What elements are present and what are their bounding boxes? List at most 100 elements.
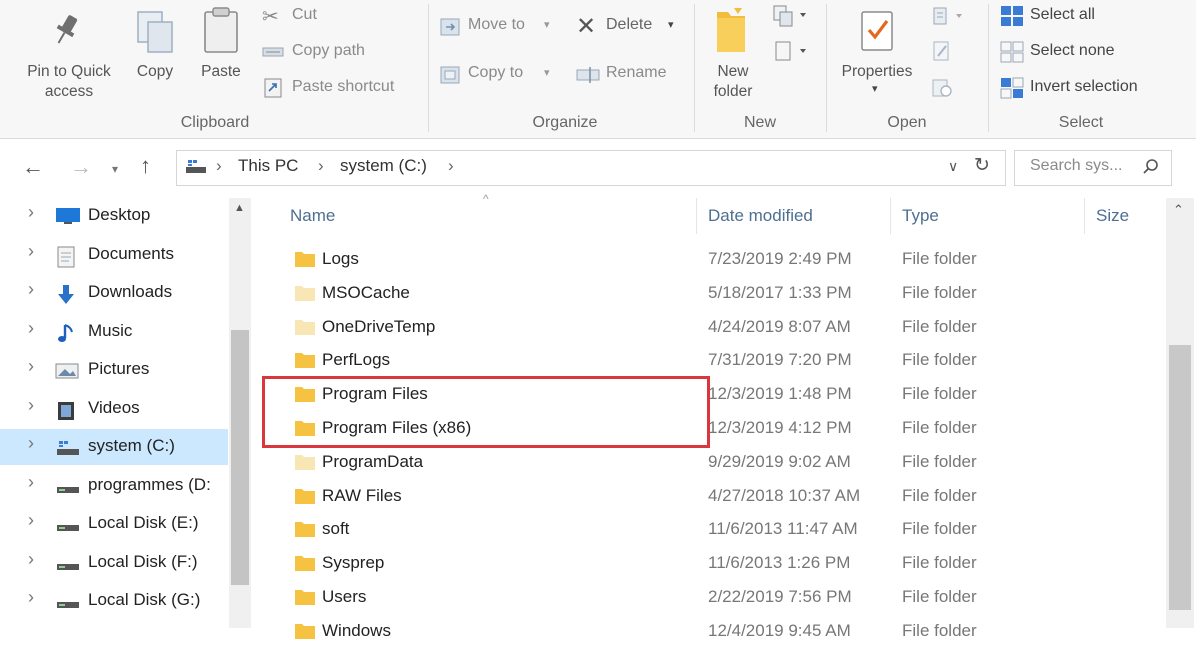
videos-icon xyxy=(55,400,77,427)
pin-icon xyxy=(56,15,78,44)
nav-pane-scroll-thumb[interactable] xyxy=(231,330,249,585)
up-arrow-icon[interactable]: ↑ xyxy=(140,155,151,177)
copy-path-button[interactable]: Copy path xyxy=(260,40,420,66)
column-header-date-modified[interactable]: Date modified xyxy=(708,206,813,226)
file-date-modified: 11/6/2013 11:47 AM xyxy=(708,519,858,539)
delete-button[interactable]: ✕ Delete ▾ xyxy=(576,13,686,42)
move-to-button[interactable]: Move to ▾ xyxy=(440,14,558,42)
open-button[interactable] xyxy=(930,6,970,32)
expand-chevron-icon[interactable]: › xyxy=(28,241,34,262)
nav-item[interactable]: › programmes (D: xyxy=(0,468,228,504)
select-all-button[interactable]: Select all xyxy=(998,4,1168,30)
invert-selection-label: Invert selection xyxy=(1030,78,1138,95)
nav-item[interactable]: › Local Disk (E:) xyxy=(0,506,228,542)
expand-chevron-icon[interactable]: › xyxy=(28,202,34,223)
file-row[interactable]: RAW Files 4/27/2018 10:37 AM File folder xyxy=(262,480,1162,514)
expand-chevron-icon[interactable]: › xyxy=(28,510,34,531)
nav-item[interactable]: › system (C:) xyxy=(0,429,228,465)
file-date-modified: 11/6/2013 1:26 PM xyxy=(708,553,851,573)
move-to-dropdown-icon: ▾ xyxy=(544,19,550,31)
copy-button[interactable]: Copy xyxy=(130,2,180,112)
column-divider[interactable] xyxy=(696,198,697,234)
edit-button[interactable] xyxy=(930,40,970,66)
nav-item-label: Local Disk (F:) xyxy=(88,551,198,571)
file-row[interactable]: OneDriveTemp 4/24/2019 8:07 AM File folder xyxy=(262,311,1162,345)
nav-item[interactable]: › Downloads xyxy=(0,275,228,311)
invert-selection-button[interactable]: Invert selection xyxy=(998,76,1168,102)
downloads-icon xyxy=(55,284,77,311)
file-list-scroll-up-icon[interactable]: ⌃ xyxy=(1173,202,1184,218)
column-divider[interactable] xyxy=(890,198,891,234)
rename-button[interactable]: Rename xyxy=(576,62,686,90)
expand-chevron-icon[interactable]: › xyxy=(28,433,34,454)
nav-item[interactable]: › Local Disk (G:) xyxy=(0,583,228,619)
move-to-icon xyxy=(440,18,460,36)
expand-chevron-icon[interactable]: › xyxy=(28,356,34,377)
nav-item[interactable]: › Videos xyxy=(0,391,228,427)
column-header-type[interactable]: Type xyxy=(902,206,939,226)
file-row[interactable]: Logs 7/23/2019 2:49 PM File folder xyxy=(262,243,1162,277)
breadcrumb-separator-icon[interactable]: › xyxy=(448,156,454,176)
easy-access-icon xyxy=(775,41,806,61)
expand-chevron-icon[interactable]: › xyxy=(28,395,34,416)
properties-icon xyxy=(861,11,893,51)
nav-item[interactable]: › Pictures xyxy=(0,352,228,388)
expand-chevron-icon[interactable]: › xyxy=(28,472,34,493)
file-row[interactable]: soft 11/6/2013 11:47 AM File folder xyxy=(262,513,1162,547)
column-divider[interactable] xyxy=(1084,198,1085,234)
paste-button[interactable]: Paste xyxy=(192,2,250,112)
paste-shortcut-icon xyxy=(264,78,282,98)
expand-chevron-icon[interactable]: › xyxy=(28,318,34,339)
search-icon[interactable] xyxy=(1142,158,1160,176)
folder-icon xyxy=(294,284,316,302)
recent-locations-chevron-icon[interactable]: ▾ xyxy=(112,158,118,180)
select-none-button[interactable]: Select none xyxy=(998,40,1168,66)
expand-chevron-icon[interactable]: › xyxy=(28,549,34,570)
properties-dropdown-icon: ▾ xyxy=(872,83,878,95)
ribbon: Pin to Quick access Copy Paste ✂ Cut Cop… xyxy=(0,0,1196,139)
forward-arrow-icon[interactable]: → xyxy=(70,156,92,178)
file-row[interactable]: Sysprep 11/6/2013 1:26 PM File folder xyxy=(262,547,1162,581)
expand-chevron-icon[interactable]: › xyxy=(28,587,34,608)
paste-shortcut-button[interactable]: Paste shortcut xyxy=(260,76,420,102)
copy-icon xyxy=(137,11,173,53)
nav-item[interactable]: › Documents xyxy=(0,237,228,273)
back-arrow-icon[interactable]: ← xyxy=(22,156,44,178)
breadcrumb-separator-icon[interactable]: › xyxy=(318,156,324,176)
file-type: File folder xyxy=(902,620,977,640)
folder-icon xyxy=(294,622,316,640)
file-row[interactable]: Users 2/22/2019 7:56 PM File folder xyxy=(262,581,1162,615)
breadcrumb-separator-icon[interactable]: › xyxy=(216,156,222,176)
cut-button[interactable]: ✂ Cut xyxy=(260,4,420,30)
properties-button[interactable]: Properties ▾ xyxy=(832,2,922,112)
history-button[interactable] xyxy=(930,76,970,102)
file-row[interactable]: MSOCache 5/18/2017 1:33 PM File folder xyxy=(262,277,1162,311)
file-type: File folder xyxy=(902,519,977,539)
nav-item[interactable]: › Local Disk (F:) xyxy=(0,545,228,581)
refresh-icon[interactable]: ↻ xyxy=(974,154,990,177)
column-header-name[interactable]: Name xyxy=(290,206,335,226)
address-bar[interactable] xyxy=(176,150,1006,186)
expand-chevron-icon[interactable]: › xyxy=(28,279,34,300)
file-row[interactable]: Windows 12/4/2019 9:45 AM File folder xyxy=(262,615,1162,649)
pin-to-quick-access-button[interactable]: Pin to Quick access xyxy=(10,2,128,112)
music-icon xyxy=(55,323,77,350)
breadcrumb-this-pc[interactable]: This PC xyxy=(238,156,298,176)
file-row[interactable]: PerfLogs 7/31/2019 7:20 PM File folder xyxy=(262,344,1162,378)
nav-item[interactable]: › Desktop xyxy=(0,198,228,234)
breadcrumb-system-c[interactable]: system (C:) xyxy=(340,156,427,176)
address-dropdown-icon[interactable]: ∨ xyxy=(948,158,958,175)
file-row[interactable]: ProgramData 9/29/2019 9:02 AM File folder xyxy=(262,446,1162,480)
file-name: MSOCache xyxy=(322,282,410,302)
easy-access-button[interactable] xyxy=(772,40,812,66)
nav-scroll-up-icon[interactable]: ▲ xyxy=(234,202,245,214)
file-type: File folder xyxy=(902,249,977,268)
nav-item[interactable]: › Music xyxy=(0,314,228,350)
copy-to-button[interactable]: Copy to ▾ xyxy=(440,62,558,90)
select-all-label: Select all xyxy=(1030,6,1095,23)
column-header-size[interactable]: Size xyxy=(1096,206,1129,226)
new-folder-button[interactable]: New folder xyxy=(700,2,766,112)
new-item-button[interactable] xyxy=(772,4,812,30)
file-list-scroll-thumb[interactable] xyxy=(1169,345,1191,610)
folder-icon xyxy=(294,453,316,471)
